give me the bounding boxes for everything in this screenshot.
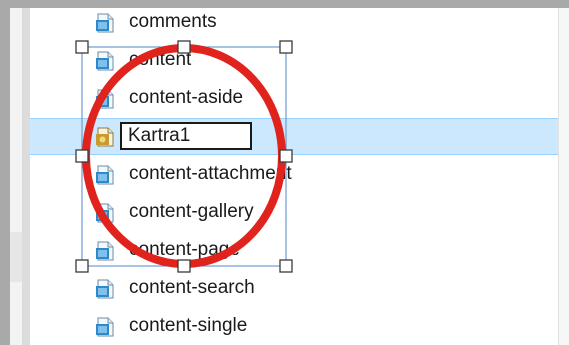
file-name: content-search [129,277,255,298]
file-list: comments content content-aside Kartra1 c… [30,4,558,345]
php-file-icon [96,89,114,109]
file-name: content-gallery [129,201,254,222]
php-file-icon [96,279,114,299]
navigation-pane-scrollbar-thumb[interactable] [10,232,22,282]
rename-field[interactable] [120,122,252,150]
file-name: content-page [129,239,240,260]
list-item[interactable]: content-single [30,308,558,345]
window-left-border [0,0,10,345]
php-file-icon [96,317,114,337]
php-file-icon [96,165,114,185]
php-file-icon [96,241,114,261]
php-file-icon [96,203,114,223]
list-item[interactable]: content-search [30,270,558,307]
list-item[interactable]: content-aside [30,80,558,117]
file-name: content-single [129,315,248,336]
file-name: comments [129,11,217,32]
php-file-icon [96,51,114,71]
php-file-icon [96,13,114,33]
file-name: content [129,49,192,70]
list-item[interactable]: content [30,42,558,79]
file-name: content-aside [129,87,244,108]
vertical-scrollbar[interactable] [558,8,569,345]
image-file-icon [96,127,114,147]
list-item[interactable]: comments [30,4,558,41]
list-item[interactable]: content-attachment [30,156,558,193]
pane-splitter[interactable] [22,8,30,345]
file-name: content-attachment [129,163,292,184]
list-item[interactable]: content-page [30,232,558,269]
list-item[interactable]: content-gallery [30,194,558,231]
list-item-selected[interactable] [30,118,558,155]
navigation-pane-edge[interactable] [10,8,22,345]
